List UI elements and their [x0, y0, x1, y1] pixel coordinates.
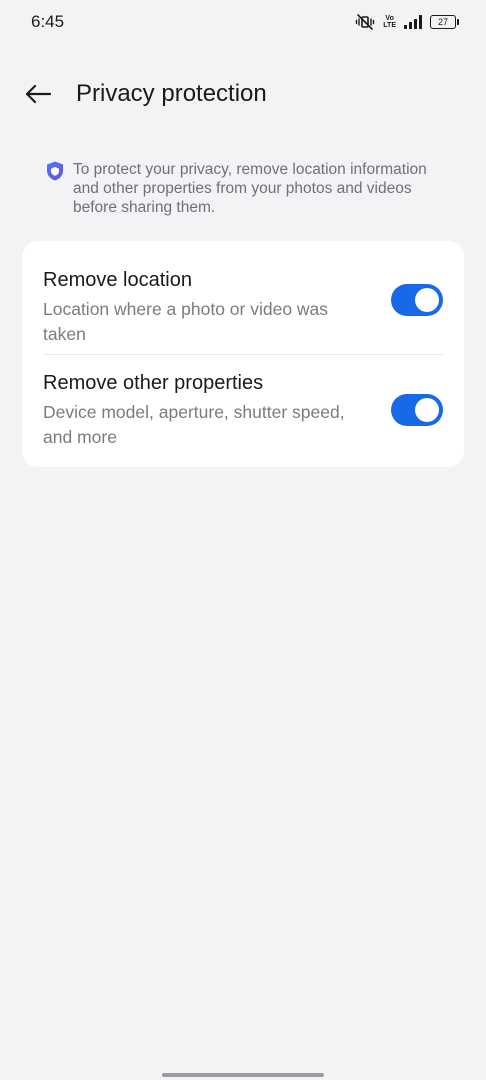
shield-icon	[44, 160, 66, 182]
vibrate-mute-icon	[355, 14, 375, 30]
info-text: To protect your privacy, remove location…	[73, 161, 427, 216]
home-indicator[interactable]	[162, 1073, 324, 1077]
header: Privacy protection	[0, 70, 486, 118]
remove-location-toggle[interactable]	[391, 284, 443, 316]
volte-icon: Vo LTE	[383, 15, 396, 29]
remove-location-texts: Remove location Location where a photo o…	[43, 266, 391, 347]
settings-card: Remove location Location where a photo o…	[22, 241, 464, 467]
remove-other-properties-texts: Remove other properties Device model, ap…	[43, 369, 391, 450]
arrow-left-icon	[25, 84, 52, 109]
volte-top-label: Vo	[385, 15, 394, 22]
page-title: Privacy protection	[76, 80, 267, 107]
back-button[interactable]	[20, 78, 56, 114]
toggle-knob	[415, 288, 439, 312]
remove-location-row[interactable]: Remove location Location where a photo o…	[43, 258, 443, 354]
remove-location-title: Remove location	[43, 268, 192, 291]
battery-icon: 27	[430, 15, 459, 29]
remove-other-properties-row[interactable]: Remove other properties Device model, ap…	[43, 369, 443, 465]
divider	[43, 354, 443, 355]
toggle-knob	[415, 398, 439, 422]
remove-other-properties-title: Remove other properties	[43, 372, 264, 394]
volte-bottom-label: LTE	[383, 22, 396, 29]
info-note: To protect your privacy, remove location…	[44, 160, 446, 217]
signal-icon	[404, 15, 422, 29]
status-icons: Vo LTE 27	[355, 12, 459, 32]
remove-location-description: Location where a photo or video was take…	[43, 298, 329, 344]
remove-other-properties-toggle[interactable]	[391, 394, 443, 426]
status-bar: 6:45 Vo LTE 27	[0, 0, 486, 44]
remove-other-properties-description: Device model, aperture, shutter speed, a…	[43, 402, 345, 447]
status-time: 6:45	[31, 12, 65, 31]
